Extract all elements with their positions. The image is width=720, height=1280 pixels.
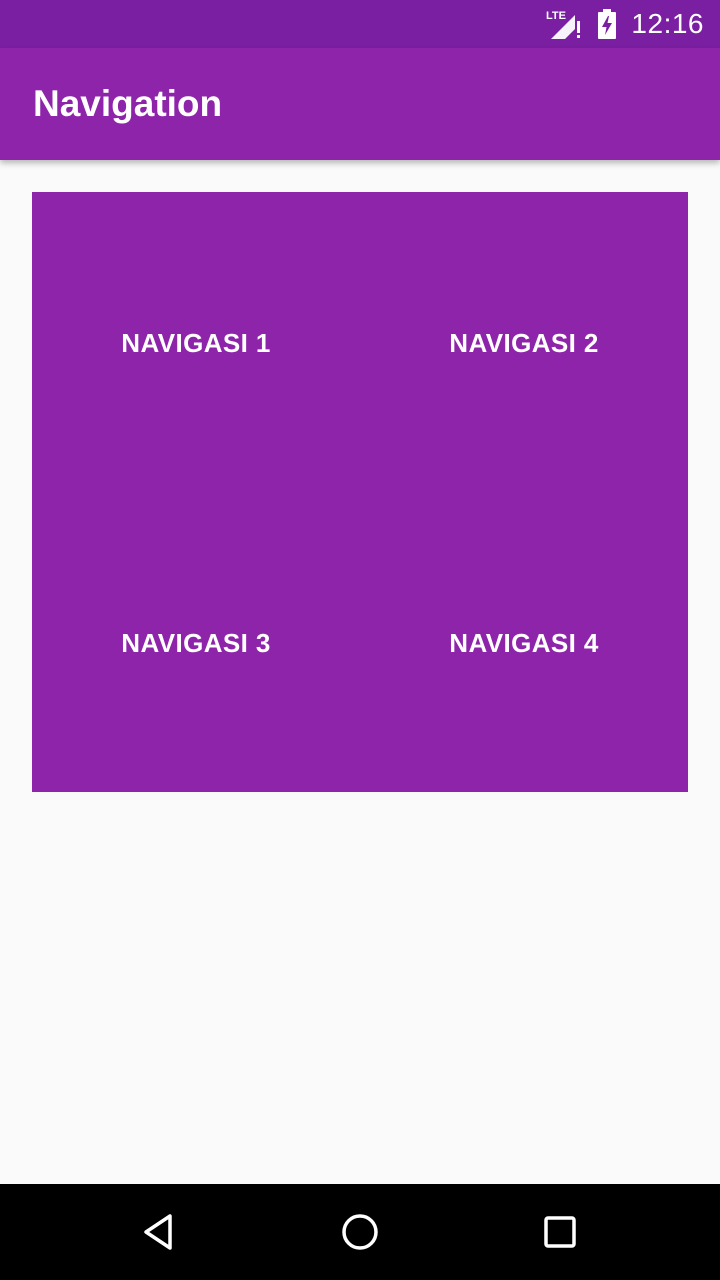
status-icons: LTE 12:16 (545, 0, 704, 48)
navigasi-2-label: NAVIGASI 2 (449, 328, 599, 358)
battery-charging-icon (597, 9, 617, 39)
navigasi-3-button[interactable]: NAVIGASI 3 (32, 492, 360, 792)
network-type-label: LTE (546, 10, 566, 22)
back-triangle-icon (144, 1214, 172, 1250)
status-time: 12:16 (631, 8, 704, 39)
app-bar: Navigation (0, 48, 720, 160)
navigasi-1-label: NAVIGASI 1 (121, 328, 271, 358)
status-bar: LTE 12:16 (0, 0, 720, 48)
lte-signal-icon: LTE (545, 9, 583, 39)
home-button[interactable] (336, 1208, 384, 1256)
recents-button[interactable] (536, 1208, 584, 1256)
navigasi-3-label: NAVIGASI 3 (121, 628, 271, 658)
navigasi-4-button[interactable]: NAVIGASI 4 (360, 492, 688, 792)
home-circle-icon (342, 1214, 378, 1250)
navigasi-4-label: NAVIGASI 4 (449, 628, 599, 658)
system-navigation-bar (0, 1184, 720, 1280)
navigasi-2-button[interactable]: NAVIGASI 2 (360, 192, 688, 492)
phone-screen: LTE 12:16 Navigation NAVIGASI 1 NAVIGASI… (0, 0, 720, 1280)
navigasi-1-button[interactable]: NAVIGASI 1 (32, 192, 360, 492)
recents-square-icon (544, 1216, 576, 1248)
navigation-grid: NAVIGASI 1 NAVIGASI 2 NAVIGASI 3 NAVIGAS… (32, 192, 688, 792)
back-button[interactable] (136, 1208, 184, 1256)
page-title: Navigation (33, 83, 223, 124)
